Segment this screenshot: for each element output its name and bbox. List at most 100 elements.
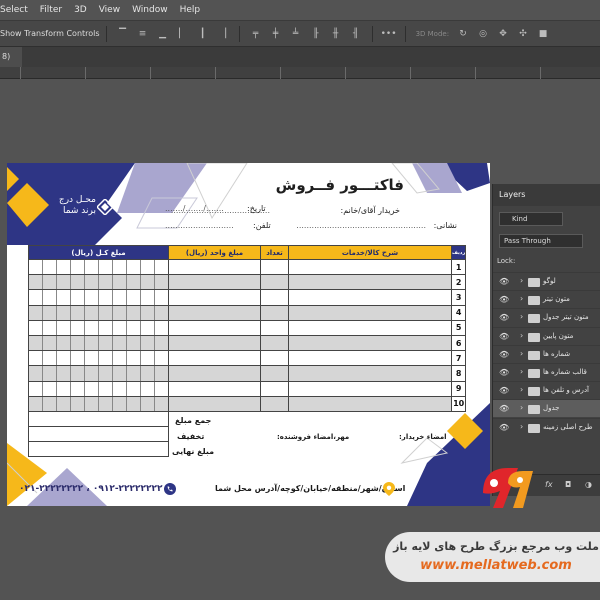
cell-total[interactable]	[28, 258, 169, 276]
cell-unit[interactable]	[168, 289, 261, 306]
cell-total[interactable]	[28, 334, 169, 352]
cell-total[interactable]	[28, 395, 169, 412]
cell-total[interactable]	[28, 319, 169, 336]
layers-tab[interactable]: Layers	[493, 184, 600, 206]
cell-total[interactable]	[28, 274, 169, 291]
visibility-eye-icon[interactable]: 👁	[499, 404, 509, 413]
menu-view[interactable]: View	[93, 5, 126, 15]
cell-qty[interactable]	[260, 365, 289, 382]
align-right-icon[interactable]: ▕	[217, 28, 229, 40]
cell-qty[interactable]	[260, 395, 289, 412]
3d-slide-icon[interactable]: ✣	[517, 28, 529, 40]
layer-item[interactable]: 👁 › جدول	[493, 399, 600, 418]
distribute-right-icon[interactable]: ╢	[350, 28, 362, 40]
cell-desc[interactable]	[288, 365, 452, 382]
layer-item[interactable]: 👁 › متون تیتر جدول	[493, 308, 600, 326]
cell-unit[interactable]	[168, 274, 261, 291]
cell-desc[interactable]	[288, 334, 452, 352]
3d-roll-icon[interactable]: ◎	[477, 28, 489, 40]
visibility-eye-icon[interactable]: 👁	[499, 332, 509, 341]
3d-pan-icon[interactable]: ✥	[497, 28, 509, 40]
align-bottom-icon[interactable]: ▁	[157, 28, 169, 40]
cell-desc[interactable]	[288, 350, 452, 367]
address-line[interactable]: ........................................…	[296, 221, 426, 230]
watermark-url[interactable]: www.mellatweb.com	[392, 558, 600, 573]
3d-rotate-icon[interactable]: ↻	[457, 28, 469, 40]
layer-item[interactable]: 👁 › قالب شماره ها	[493, 363, 600, 381]
layer-item[interactable]: 👁 › شماره ها	[493, 344, 600, 363]
cell-qty[interactable]	[260, 289, 289, 306]
visibility-eye-icon[interactable]: 👁	[499, 423, 509, 432]
layer-item[interactable]: 👁 › آدرس و تلفن ها	[493, 381, 600, 399]
cell-total[interactable]	[28, 289, 169, 306]
cell-total[interactable]	[28, 380, 169, 397]
align-center-icon[interactable]: ┃	[197, 28, 209, 40]
visibility-eye-icon[interactable]: 👁	[499, 350, 509, 359]
chevron-right-icon[interactable]: ›	[520, 331, 523, 340]
date-slots[interactable]: ......./......./.......	[165, 204, 224, 213]
cell-unit[interactable]	[168, 380, 261, 397]
chevron-right-icon[interactable]: ›	[520, 349, 523, 358]
menu-select[interactable]: Select	[0, 5, 34, 15]
cell-desc[interactable]	[288, 380, 452, 397]
visibility-eye-icon[interactable]: 👁	[499, 313, 509, 322]
3d-scale-icon[interactable]: ■	[537, 28, 549, 40]
distribute-center-icon[interactable]: ╫	[330, 28, 342, 40]
chevron-right-icon[interactable]: ›	[520, 422, 523, 431]
cell-unit[interactable]	[168, 334, 261, 352]
cell-qty[interactable]	[260, 334, 289, 352]
menu-filter[interactable]: Filter	[34, 5, 68, 15]
cell-qty[interactable]	[260, 380, 289, 397]
menu-3d[interactable]: 3D	[68, 5, 93, 15]
summary-value-cell[interactable]	[28, 426, 169, 443]
layer-item[interactable]: 👁 › طرح اصلی زمینه	[493, 417, 600, 436]
cell-desc[interactable]	[288, 319, 452, 336]
chevron-right-icon[interactable]: ›	[520, 276, 523, 285]
summary-value-cell[interactable]	[28, 410, 169, 428]
cell-qty[interactable]	[260, 258, 289, 276]
align-middle-icon[interactable]: ≡	[137, 28, 149, 40]
cell-unit[interactable]	[168, 350, 261, 367]
chevron-right-icon[interactable]: ›	[520, 294, 523, 303]
more-options-icon[interactable]: •••	[381, 28, 397, 40]
cell-unit[interactable]	[168, 304, 261, 321]
chevron-right-icon[interactable]: ›	[520, 312, 523, 321]
cell-total[interactable]	[28, 304, 169, 321]
layer-item[interactable]: 👁 › متون پایین	[493, 326, 600, 345]
kind-filter[interactable]: Kind	[499, 212, 563, 226]
cell-unit[interactable]	[168, 365, 261, 382]
align-top-icon[interactable]: ▔	[117, 28, 129, 40]
distribute-top-icon[interactable]: ╤	[250, 28, 262, 40]
cell-qty[interactable]	[260, 304, 289, 321]
cell-unit[interactable]	[168, 395, 261, 412]
distribute-middle-icon[interactable]: ╪	[270, 28, 282, 40]
distribute-left-icon[interactable]: ╟	[310, 28, 322, 40]
cell-unit[interactable]	[168, 319, 261, 336]
show-transform-controls[interactable]: Show Transform Controls	[0, 29, 100, 38]
visibility-eye-icon[interactable]: 👁	[499, 368, 509, 377]
menu-window[interactable]: Window	[126, 5, 174, 15]
chevron-right-icon[interactable]: ›	[520, 403, 523, 412]
cell-qty[interactable]	[260, 274, 289, 291]
cell-unit[interactable]	[168, 258, 261, 276]
adjustment-icon[interactable]: ◑	[585, 480, 592, 489]
summary-value-cell[interactable]	[28, 441, 169, 458]
layer-item[interactable]: 👁 › متون تیتر	[493, 290, 600, 308]
document-tab[interactable]: 8)	[0, 47, 22, 67]
phone-line[interactable]: ...........................	[165, 221, 234, 230]
cell-total[interactable]	[28, 365, 169, 382]
cell-desc[interactable]	[288, 258, 452, 276]
visibility-eye-icon[interactable]: 👁	[499, 277, 509, 286]
chevron-right-icon[interactable]: ›	[520, 385, 523, 394]
blend-mode-select[interactable]: Pass Through	[499, 234, 583, 248]
menu-help[interactable]: Help	[174, 5, 207, 15]
fx-icon[interactable]: fx	[545, 480, 553, 489]
chevron-right-icon[interactable]: ›	[520, 367, 523, 376]
mask-icon[interactable]: ◘	[565, 480, 571, 489]
visibility-eye-icon[interactable]: 👁	[499, 386, 509, 395]
cell-desc[interactable]	[288, 274, 452, 291]
invoice-document[interactable]: محـل درج برند شما فاکتـــور فــروش خریدا…	[7, 163, 490, 506]
align-left-icon[interactable]: ▏	[177, 28, 189, 40]
cell-desc[interactable]	[288, 289, 452, 306]
cell-qty[interactable]	[260, 319, 289, 336]
